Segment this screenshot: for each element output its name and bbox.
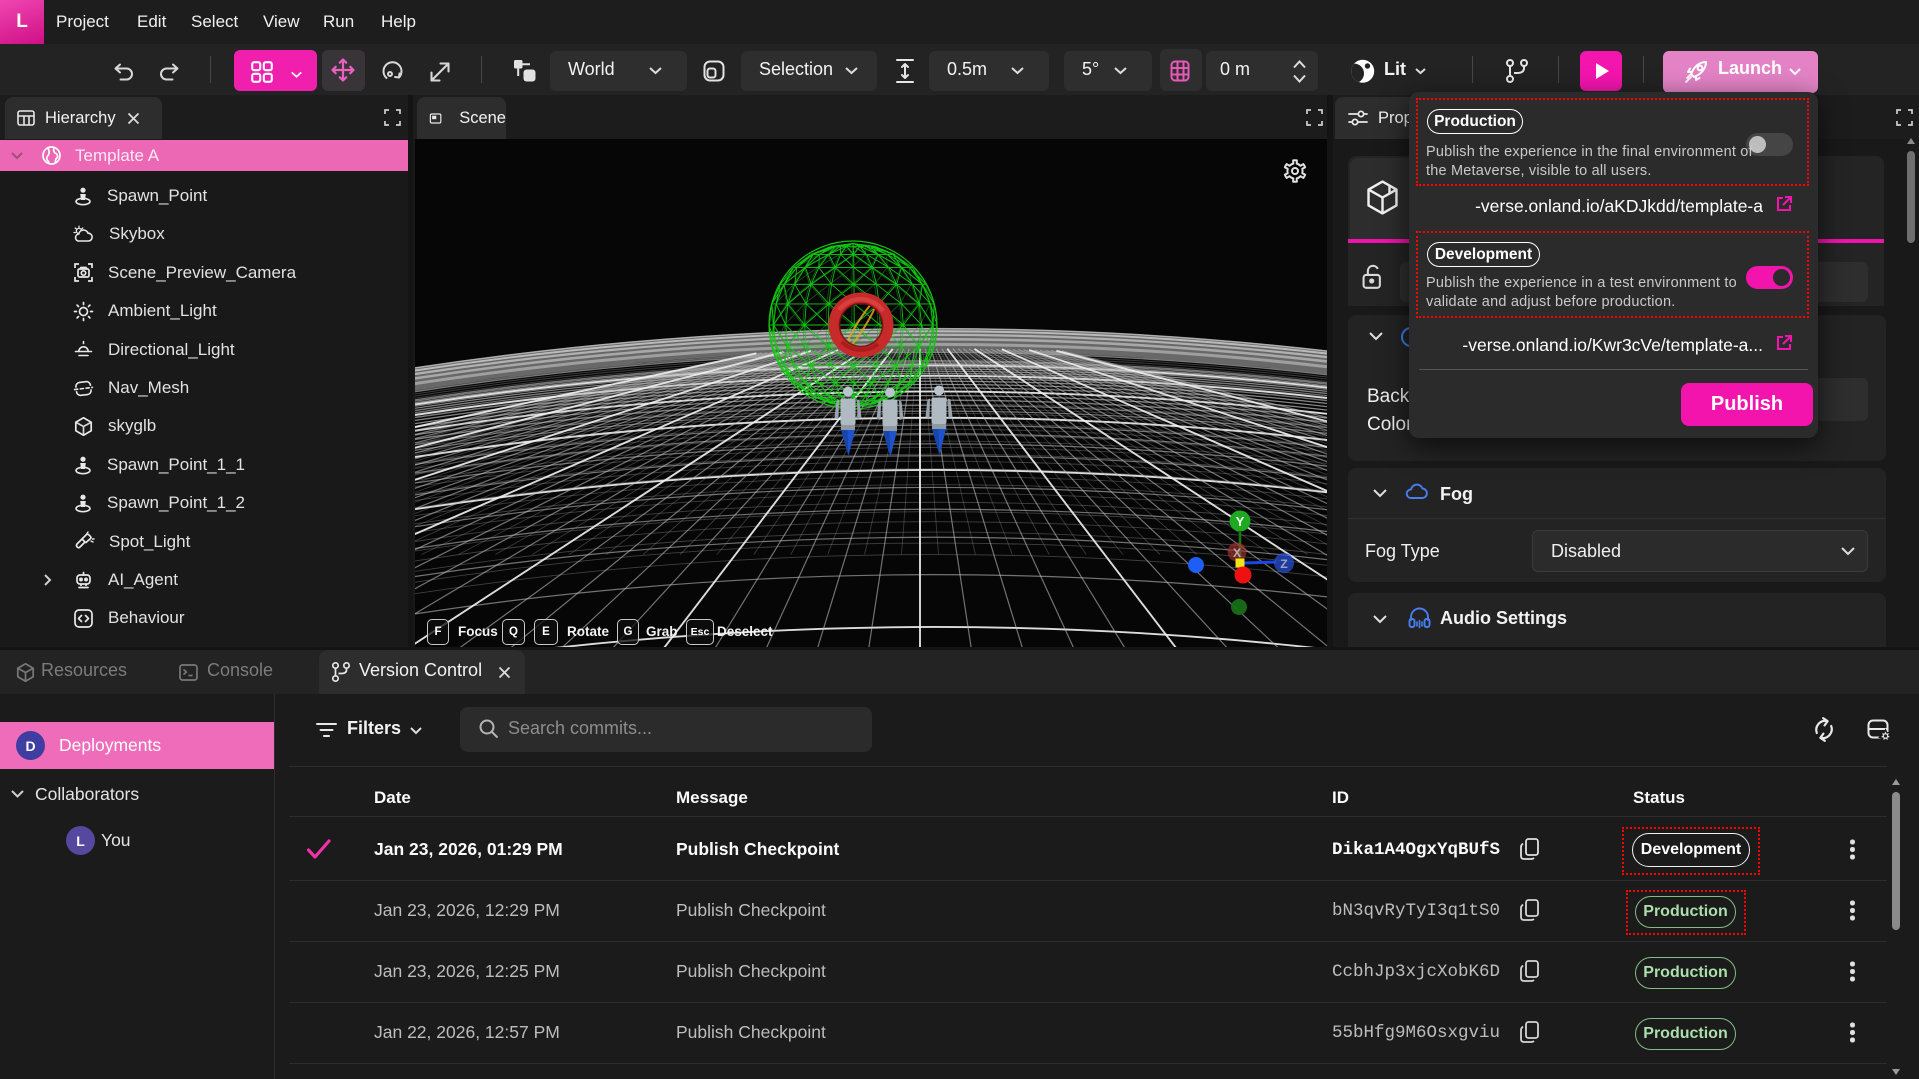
svg-text:X: X <box>1233 546 1241 560</box>
svg-text:Y: Y <box>1236 514 1245 529</box>
svg-text:Z: Z <box>1280 557 1287 571</box>
